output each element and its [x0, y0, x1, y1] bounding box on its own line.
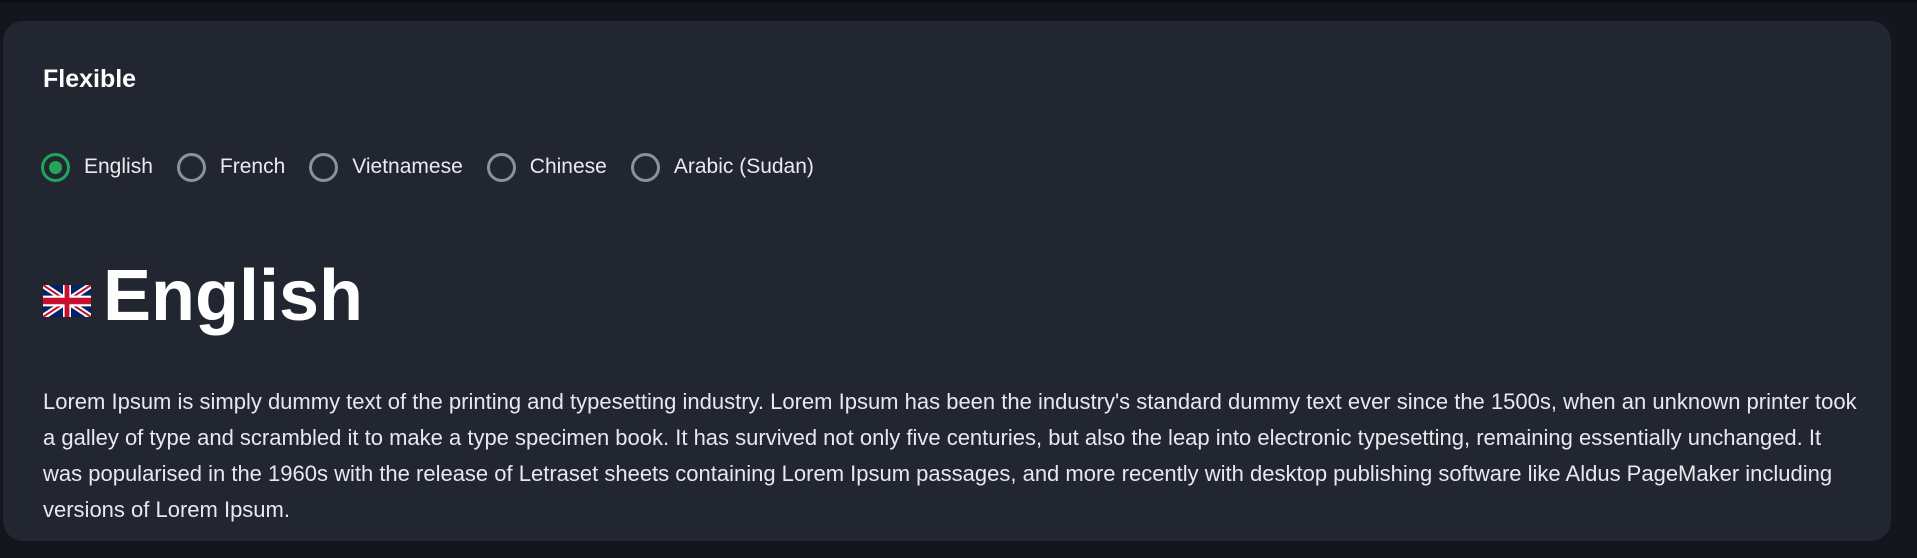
language-heading-row: English [43, 256, 363, 336]
radio-label-french[interactable]: French [220, 154, 285, 180]
radio-option-vietnamese[interactable]: Vietnamese [309, 152, 463, 182]
language-description: Lorem Ipsum is simply dummy text of the … [43, 389, 1857, 522]
radio-option-arabic-sudan[interactable]: Arabic (Sudan) [630, 152, 814, 182]
radio-label-vietnamese[interactable]: Vietnamese [352, 154, 463, 180]
radio-label-english[interactable]: English [84, 154, 153, 180]
top-edge-bar [0, 0, 1917, 3]
radio-option-chinese[interactable]: Chinese [486, 152, 607, 182]
radio-button-english[interactable] [41, 152, 70, 182]
flexible-panel: Flexible English French Vietnamese Chine… [3, 21, 1891, 541]
language-radio-group: English French Vietnamese Chinese Arabic… [41, 150, 838, 184]
radio-option-english[interactable]: English [41, 152, 153, 182]
language-heading: English [103, 256, 364, 336]
radio-button-vietnamese[interactable] [309, 152, 339, 182]
radio-label-chinese[interactable]: Chinese [530, 154, 607, 180]
radio-button-french[interactable] [176, 152, 206, 182]
radio-button-arabic-sudan[interactable] [630, 152, 660, 182]
radio-selected-dot [49, 160, 62, 174]
radio-button-chinese[interactable] [486, 152, 516, 182]
radio-label-arabic-sudan[interactable]: Arabic (Sudan) [674, 154, 814, 180]
uk-flag-icon [43, 285, 91, 317]
radio-option-french[interactable]: French [176, 152, 285, 182]
panel-title: Flexible [43, 65, 137, 93]
